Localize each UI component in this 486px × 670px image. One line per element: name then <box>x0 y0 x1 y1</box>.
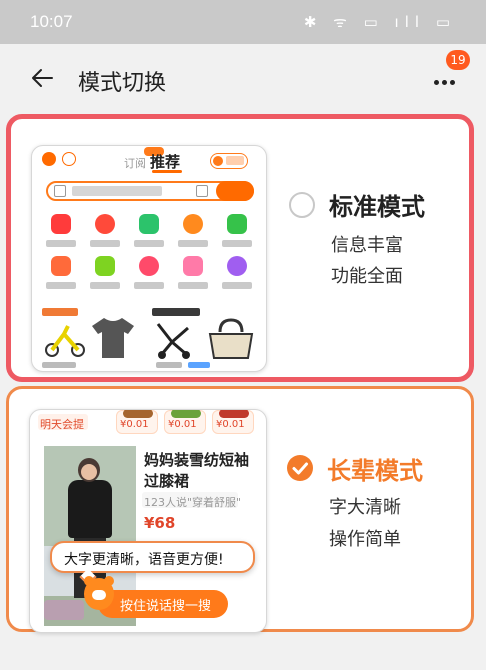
logo-icon <box>42 152 56 166</box>
camera-icon <box>196 185 208 197</box>
stroller-icon <box>156 323 190 359</box>
grid-item <box>42 254 80 296</box>
chip-price: ¥0.01 <box>120 419 149 430</box>
price-chip: ¥0.01 <box>164 410 206 434</box>
elder-tooltip: 大字更清晰，语音更方便! <box>50 541 255 586</box>
preview-search-placeholder <box>72 186 162 196</box>
preview-search-button <box>216 181 254 201</box>
price-chip: ¥0.01 <box>212 410 254 434</box>
preview-shoes-thumb <box>44 600 84 620</box>
product-title-line2: 过膝裙 <box>144 472 190 490</box>
standard-mode-desc-2: 功能全面 <box>331 266 403 287</box>
status-time: 10:07 <box>30 12 73 31</box>
search-icon <box>54 185 66 197</box>
grid-item <box>218 254 256 296</box>
handbag-icon <box>208 318 254 359</box>
more-menu-button[interactable] <box>424 70 464 94</box>
more-dot-icon <box>442 80 447 85</box>
voice-search-label: 按住说话搜一搜 <box>120 599 212 614</box>
arrow-left-icon <box>32 69 53 87</box>
elder-mode-radio[interactable] <box>287 455 313 481</box>
mascot-icon <box>80 572 118 616</box>
preview-topbar: 订阅 推荐 <box>32 146 266 174</box>
chip-price: ¥0.01 <box>216 419 245 430</box>
grid-item <box>174 212 212 254</box>
mode-card-elder[interactable]: 明天会提 ¥0.01 ¥0.01 ¥0.01 妈妈装雪纺短袖 过膝裙 123人说… <box>6 386 474 633</box>
preview-banner: 明天会提 <box>40 418 84 431</box>
standard-mode-preview: 订阅 推荐 <box>31 145 267 372</box>
status-icons: ✱ ᯤ ▭ ıll ▭ <box>303 13 456 31</box>
grid-item <box>42 212 80 254</box>
back-button[interactable] <box>24 60 60 96</box>
product-sub: 123人说"穿着舒服" <box>144 496 242 509</box>
grid-item <box>86 212 124 254</box>
grid-item <box>218 212 256 254</box>
grid-item <box>130 254 168 296</box>
elder-mode-preview: 明天会提 ¥0.01 ¥0.01 ¥0.01 妈妈装雪纺短袖 过膝裙 123人说… <box>29 409 267 633</box>
header: 模式切换 19 <box>0 44 486 114</box>
preview-tab-underline <box>152 170 182 173</box>
elder-tooltip-text: 大字更清晰，语音更方便! <box>64 552 224 568</box>
chip-price: ¥0.01 <box>168 419 197 430</box>
grid-item <box>174 254 212 296</box>
status-bar: 10:07 ✱ ᯤ ▭ ıll ▭ <box>0 0 486 44</box>
elder-mode-desc-2: 操作简单 <box>329 529 401 550</box>
elder-mode-desc-1: 字大清晰 <box>329 497 401 518</box>
preview-tab-follow: 订阅 <box>124 157 146 170</box>
standard-mode-desc-1: 信息丰富 <box>331 235 403 256</box>
mode-card-standard[interactable]: 订阅 推荐 标准模式 信息丰富 功能全面 <box>6 114 474 382</box>
preview-category-grid <box>42 212 258 298</box>
check-icon <box>292 462 308 475</box>
preview-search-bar <box>46 181 254 201</box>
grid-item <box>86 254 124 296</box>
more-dot-icon <box>450 80 455 85</box>
price-chip: ¥0.01 <box>116 410 158 434</box>
preview-promo-row <box>38 304 260 370</box>
more-dot-icon <box>434 80 439 85</box>
tricycle-icon <box>45 325 85 357</box>
standard-mode-radio[interactable] <box>289 192 315 218</box>
notification-badge: 19 <box>446 50 470 70</box>
page-title: 模式切换 <box>78 71 167 96</box>
preview-member-badge <box>210 153 248 169</box>
product-price: ¥68 <box>144 514 176 532</box>
preview-tab-recommend: 推荐 <box>150 153 181 171</box>
standard-mode-title: 标准模式 <box>329 193 425 221</box>
product-title-line1: 妈妈装雪纺短袖 <box>144 451 250 469</box>
tshirt-icon <box>92 318 134 358</box>
elder-mode-title: 长辈模式 <box>327 457 423 485</box>
scan-icon <box>62 152 76 166</box>
grid-item <box>130 212 168 254</box>
